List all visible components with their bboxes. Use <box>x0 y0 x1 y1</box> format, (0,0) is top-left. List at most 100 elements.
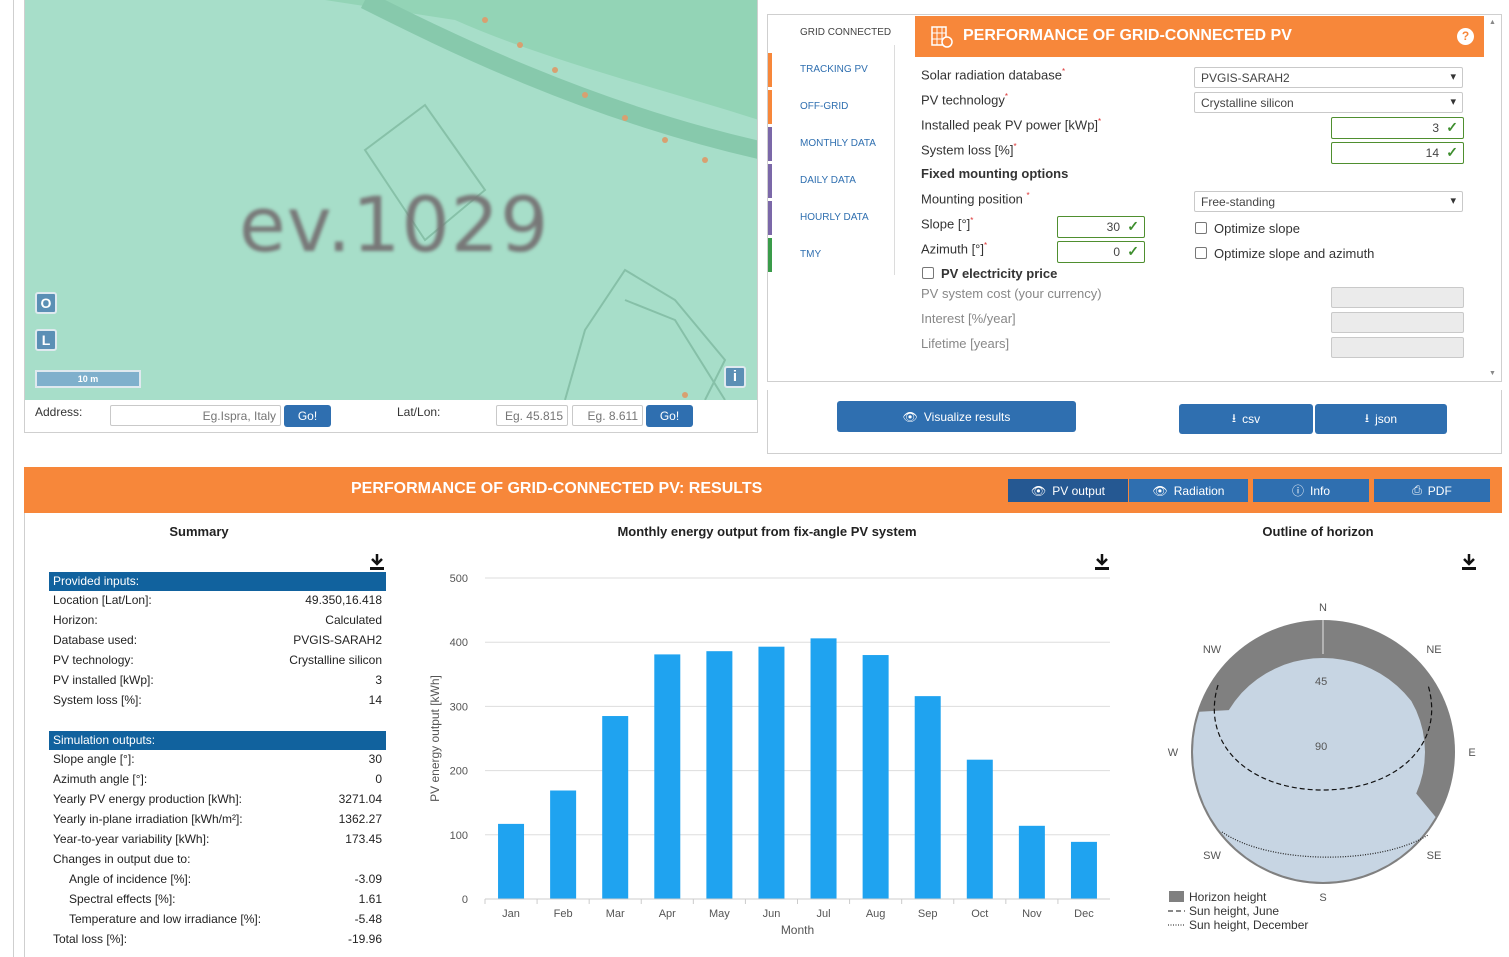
tab-hourly-data[interactable]: HOURLY DATA <box>768 201 894 235</box>
y-axis-title: PV energy output [kWh] <box>428 675 442 802</box>
bar-feb[interactable] <box>550 790 577 899</box>
slope-input[interactable]: 30 ✓ <box>1057 216 1145 238</box>
address-bar: Address: Go! Lat/Lon: Go! <box>24 400 758 433</box>
lifetime-label: Lifetime [years] <box>921 336 1010 351</box>
visualize-results-button[interactable]: 👁 Visualize results <box>837 401 1076 432</box>
bar-oct[interactable] <box>966 759 993 899</box>
table-row: Spectral effects [%]: 1.61 <box>49 890 386 910</box>
map-view[interactable]: ev.1029 O L 10 m i <box>24 0 758 400</box>
table-row: Yearly PV energy production [kWh]: 3271.0… <box>49 790 386 810</box>
mounting-position-select[interactable]: Free-standing ▾ <box>1194 191 1463 212</box>
pv-price-checkbox[interactable] <box>922 267 934 279</box>
radiation-button[interactable]: 👁 Radiation <box>1129 479 1248 502</box>
y-tick-label: 100 <box>450 830 468 842</box>
x-tick-label: Jul <box>817 908 831 920</box>
bar-may[interactable] <box>706 651 733 899</box>
tab-tracking-pv[interactable]: TRACKING PV <box>768 53 894 87</box>
row-value: -19.96 <box>347 932 382 946</box>
tab-monthly-data[interactable]: MONTHLY DATA <box>768 127 894 161</box>
pv-tech-label: PV technology* <box>921 92 1008 108</box>
y-tick-label: 200 <box>450 766 468 778</box>
address-go-button[interactable]: Go! <box>284 405 331 427</box>
help-icon[interactable]: ? <box>1457 28 1474 45</box>
optimize-slope-checkbox[interactable] <box>1195 222 1207 234</box>
results-title: PERFORMANCE OF GRID-CONNECTED PV: RESULT… <box>351 480 763 497</box>
azimuth-label: Azimuth [°]* <box>921 241 988 257</box>
fixed-mounting-heading: Fixed mounting options <box>921 166 1069 181</box>
solar-db-select[interactable]: PVGIS-SARAH2 ▾ <box>1194 67 1463 88</box>
x-axis-title: Month <box>781 923 814 937</box>
solar-db-label: Solar radiation database* <box>921 67 1066 83</box>
table-row: Database used: PVGIS-SARAH2 <box>49 631 386 651</box>
pv-tech-select[interactable]: Crystalline silicon ▾ <box>1194 92 1463 113</box>
bar-apr[interactable] <box>654 654 681 899</box>
direction-label-w: W <box>1168 747 1179 759</box>
panel-scrollbar[interactable]: ▲ ▼ <box>1487 19 1499 377</box>
bar-jul[interactable] <box>810 638 837 899</box>
row-value: 1.61 <box>358 892 382 906</box>
row-label: Azimuth angle [°]: <box>53 772 148 786</box>
pv-grid-icon <box>931 26 953 48</box>
longitude-input[interactable] <box>572 405 643 426</box>
table-row: Horizon: Calculated <box>49 611 386 631</box>
pv-output-button[interactable]: 👁 PV output <box>1008 479 1128 502</box>
direction-label-nw: NW <box>1203 644 1222 656</box>
table-row: Temperature and low irradiance [%]: -5.48 <box>49 910 386 930</box>
map-layer-l-button[interactable]: L <box>35 329 57 351</box>
table-row: Slope angle [°]: 30 <box>49 750 386 770</box>
peak-power-input[interactable]: 3 ✓ <box>1331 117 1464 139</box>
download-json-button[interactable]: ⭳ json <box>1315 404 1447 434</box>
row-value: Calculated <box>325 613 382 627</box>
row-label: System loss [%]: <box>53 693 142 707</box>
cost-label: PV system cost (your currency) <box>921 286 1102 301</box>
ring-label: 45 <box>1315 676 1327 688</box>
bar-jan[interactable] <box>498 823 525 899</box>
tab-tmy[interactable]: TMY <box>768 238 894 272</box>
pdf-button[interactable]: ⎙ PDF <box>1374 479 1490 502</box>
download-icon: ⭳ <box>1364 410 1370 425</box>
row-label: Slope angle [°]: <box>53 752 135 766</box>
map-layer-o-button[interactable]: O <box>35 292 57 314</box>
row-label: Yearly PV energy production [kWh]: <box>53 792 242 806</box>
x-tick-label: Jan <box>502 908 520 920</box>
download-icon[interactable] <box>1461 553 1477 571</box>
direction-label-e: E <box>1468 747 1475 759</box>
bar-dec[interactable] <box>1070 841 1097 899</box>
optimize-both-checkbox[interactable] <box>1195 247 1207 259</box>
download-icon[interactable] <box>369 553 385 571</box>
bar-jun[interactable] <box>758 646 785 899</box>
tab-off-grid[interactable]: OFF-GRID <box>768 90 894 124</box>
address-input[interactable] <box>110 405 281 426</box>
tab-grid-connected[interactable]: GRID CONNECTED <box>768 16 894 50</box>
outputs-header: Simulation outputs: <box>49 731 386 750</box>
chevron-down-icon: ▾ <box>1450 195 1456 207</box>
interest-label: Interest [%/year] <box>921 311 1016 326</box>
azimuth-input[interactable]: 0 ✓ <box>1057 241 1145 263</box>
latitude-input[interactable] <box>496 405 568 426</box>
info-icon: ⓘ <box>1291 484 1304 498</box>
map-info-button[interactable]: i <box>724 366 746 388</box>
row-value: 1362.27 <box>338 812 382 826</box>
bar-nov[interactable] <box>1018 825 1045 899</box>
latlon-go-button[interactable]: Go! <box>646 405 693 427</box>
row-label: Temperature and low irradiance [%]: <box>69 912 262 926</box>
latlon-label: Lat/Lon: <box>397 405 441 419</box>
row-value: -3.09 <box>354 872 382 886</box>
tab-daily-data[interactable]: DAILY DATA <box>768 164 894 198</box>
direction-label-se: SE <box>1427 850 1442 862</box>
download-csv-button[interactable]: ⭳ csv <box>1179 404 1313 434</box>
pv-price-label: PV electricity price <box>941 266 1058 281</box>
bar-sep[interactable] <box>914 696 941 899</box>
bar-mar[interactable] <box>602 716 629 899</box>
direction-label-ne: NE <box>1426 644 1441 656</box>
bar-aug[interactable] <box>862 655 889 899</box>
map-building-label: ev.1029 <box>239 180 550 269</box>
x-tick-label: Apr <box>659 908 676 920</box>
table-row: Changes in output due to: <box>49 850 386 870</box>
info-button[interactable]: ⓘ Info <box>1253 479 1369 502</box>
system-loss-input[interactable]: 14 ✓ <box>1331 142 1464 164</box>
interest-input <box>1331 312 1464 333</box>
direction-label-s: S <box>1319 892 1326 904</box>
direction-label-sw: SW <box>1203 850 1221 862</box>
row-label: Total loss [%]: <box>53 932 128 946</box>
